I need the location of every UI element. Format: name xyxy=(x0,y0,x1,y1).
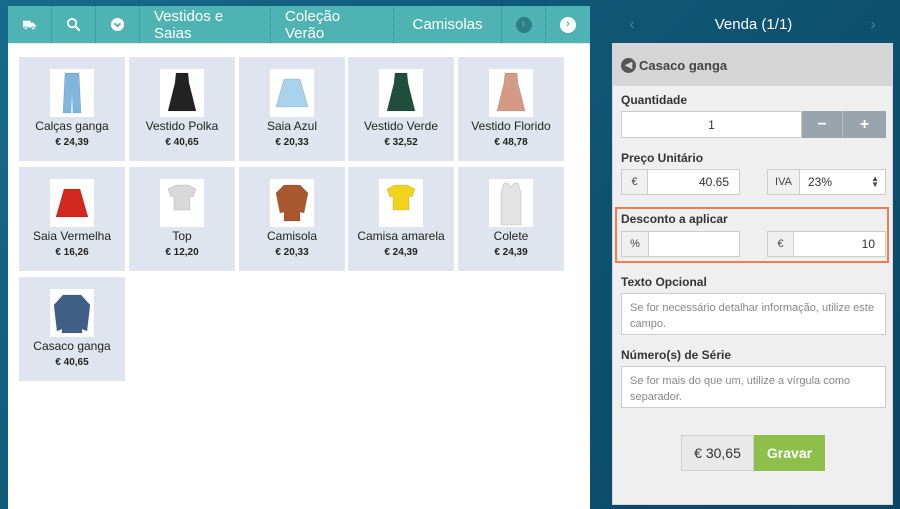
product-price: € 20,33 xyxy=(275,137,309,148)
product-tile[interactable]: Vestido Florido € 48,78 xyxy=(458,57,564,161)
iva-value: 23% xyxy=(808,175,833,189)
search-icon xyxy=(66,17,81,32)
quantity-input[interactable]: 1 xyxy=(621,111,802,138)
truck-button[interactable] xyxy=(8,6,52,43)
tab-vestidos-e-saias[interactable]: Vestidos e Saias xyxy=(140,6,271,43)
chevron-right-icon: › xyxy=(560,16,576,33)
product-price: € 16,26 xyxy=(55,247,89,258)
search-button[interactable] xyxy=(52,6,96,43)
tab-camisolas[interactable]: Camisolas xyxy=(394,6,502,43)
product-image xyxy=(489,69,533,117)
truck-icon xyxy=(22,20,37,31)
product-tile[interactable]: Calças ganga € 24,39 xyxy=(19,57,125,161)
sale-next-button[interactable]: › xyxy=(853,16,893,34)
quantity-decrement-button[interactable]: − xyxy=(802,111,843,138)
sale-title: Venda (1/1) xyxy=(714,16,793,33)
product-image xyxy=(50,289,94,337)
product-tile[interactable]: Vestido Verde € 32,52 xyxy=(348,57,454,161)
product-image xyxy=(379,179,423,227)
discount-highlight-box xyxy=(615,207,889,263)
product-name: Colete xyxy=(493,229,529,243)
unit-price-label: Preço Unitário xyxy=(621,151,704,165)
product-name: Camisola xyxy=(266,229,317,243)
optional-text-label: Texto Opcional xyxy=(621,275,707,289)
category-toolbar: Vestidos e Saias Coleção Verão Camisolas… xyxy=(8,6,590,43)
categories-prev-button[interactable]: ‹ xyxy=(502,6,546,43)
product-price: € 40,65 xyxy=(165,137,199,148)
product-tile[interactable]: Camisola € 20,33 xyxy=(239,167,345,271)
product-tile[interactable]: Casaco ganga € 40,65 xyxy=(19,277,125,381)
product-tile[interactable]: Saia Vermelha € 16,26 xyxy=(19,167,125,271)
optional-text-area[interactable]: Se for necessário detalhar informação, u… xyxy=(621,293,886,335)
quantity-label: Quantidade xyxy=(621,93,688,107)
chevron-left-icon: ‹ xyxy=(515,16,532,33)
tab-colecao-verao[interactable]: Coleção Verão xyxy=(271,6,394,43)
expand-button[interactable] xyxy=(96,6,140,43)
product-name: Saia Azul xyxy=(266,119,318,133)
product-name: Camisa amarela xyxy=(357,229,445,243)
product-image xyxy=(50,179,94,227)
product-tile[interactable]: Top € 12,20 xyxy=(129,167,235,271)
product-image xyxy=(379,69,423,117)
item-name: Casaco ganga xyxy=(639,57,728,73)
product-image xyxy=(50,69,94,117)
product-name: Saia Vermelha xyxy=(32,229,112,243)
quantity-increment-button[interactable]: + xyxy=(843,111,886,138)
product-price: € 20,33 xyxy=(275,247,309,258)
select-arrows-icon: ▲ ▼ xyxy=(871,174,879,189)
product-image xyxy=(160,179,204,227)
categories-next-button[interactable]: › xyxy=(546,6,590,43)
item-header[interactable]: ◀ Casaco ganga xyxy=(613,44,892,86)
product-tile[interactable]: Saia Azul € 20,33 xyxy=(239,57,345,161)
product-name: Top xyxy=(172,229,192,243)
product-price: € 12,20 xyxy=(165,247,199,258)
currency-addon: € xyxy=(621,169,648,195)
product-tile[interactable]: Colete € 24,39 xyxy=(458,167,564,271)
save-button[interactable]: Gravar xyxy=(754,435,825,471)
product-image xyxy=(160,69,204,117)
product-image xyxy=(489,179,533,227)
product-price: € 40,65 xyxy=(55,357,89,368)
product-price: € 24,39 xyxy=(494,247,528,258)
serial-number-label: Número(s) de Série xyxy=(621,348,732,362)
product-tile[interactable]: Vestido Polka € 40,65 xyxy=(129,57,235,161)
unit-price-input[interactable]: 40.65 xyxy=(647,169,740,195)
sale-header: ‹ Venda (1/1) › xyxy=(612,6,893,43)
product-name: Vestido Florido xyxy=(471,119,551,133)
product-price: € 24,39 xyxy=(55,137,89,148)
iva-addon: IVA xyxy=(767,169,800,195)
product-name: Casaco ganga xyxy=(33,339,111,353)
iva-select[interactable]: 23% ▲ ▼ xyxy=(799,169,886,195)
product-name: Vestido Polka xyxy=(145,119,219,133)
product-name: Calças ganga xyxy=(35,119,109,133)
product-name: Vestido Verde xyxy=(363,119,439,133)
sale-total: € 30,65 xyxy=(681,435,754,471)
product-price: € 48,78 xyxy=(494,137,528,148)
product-tile[interactable]: Camisa amarela € 24,39 xyxy=(348,167,454,271)
chevron-down-circle-icon xyxy=(110,17,125,32)
product-image xyxy=(270,179,314,227)
product-price: € 24,39 xyxy=(384,247,418,258)
back-circle-icon: ◀ xyxy=(621,57,636,73)
sale-prev-button[interactable]: ‹ xyxy=(612,16,652,34)
product-image xyxy=(270,69,314,117)
serial-number-area[interactable]: Se for mais do que um, utilize a vírgula… xyxy=(621,366,886,408)
product-price: € 32,52 xyxy=(384,137,418,148)
